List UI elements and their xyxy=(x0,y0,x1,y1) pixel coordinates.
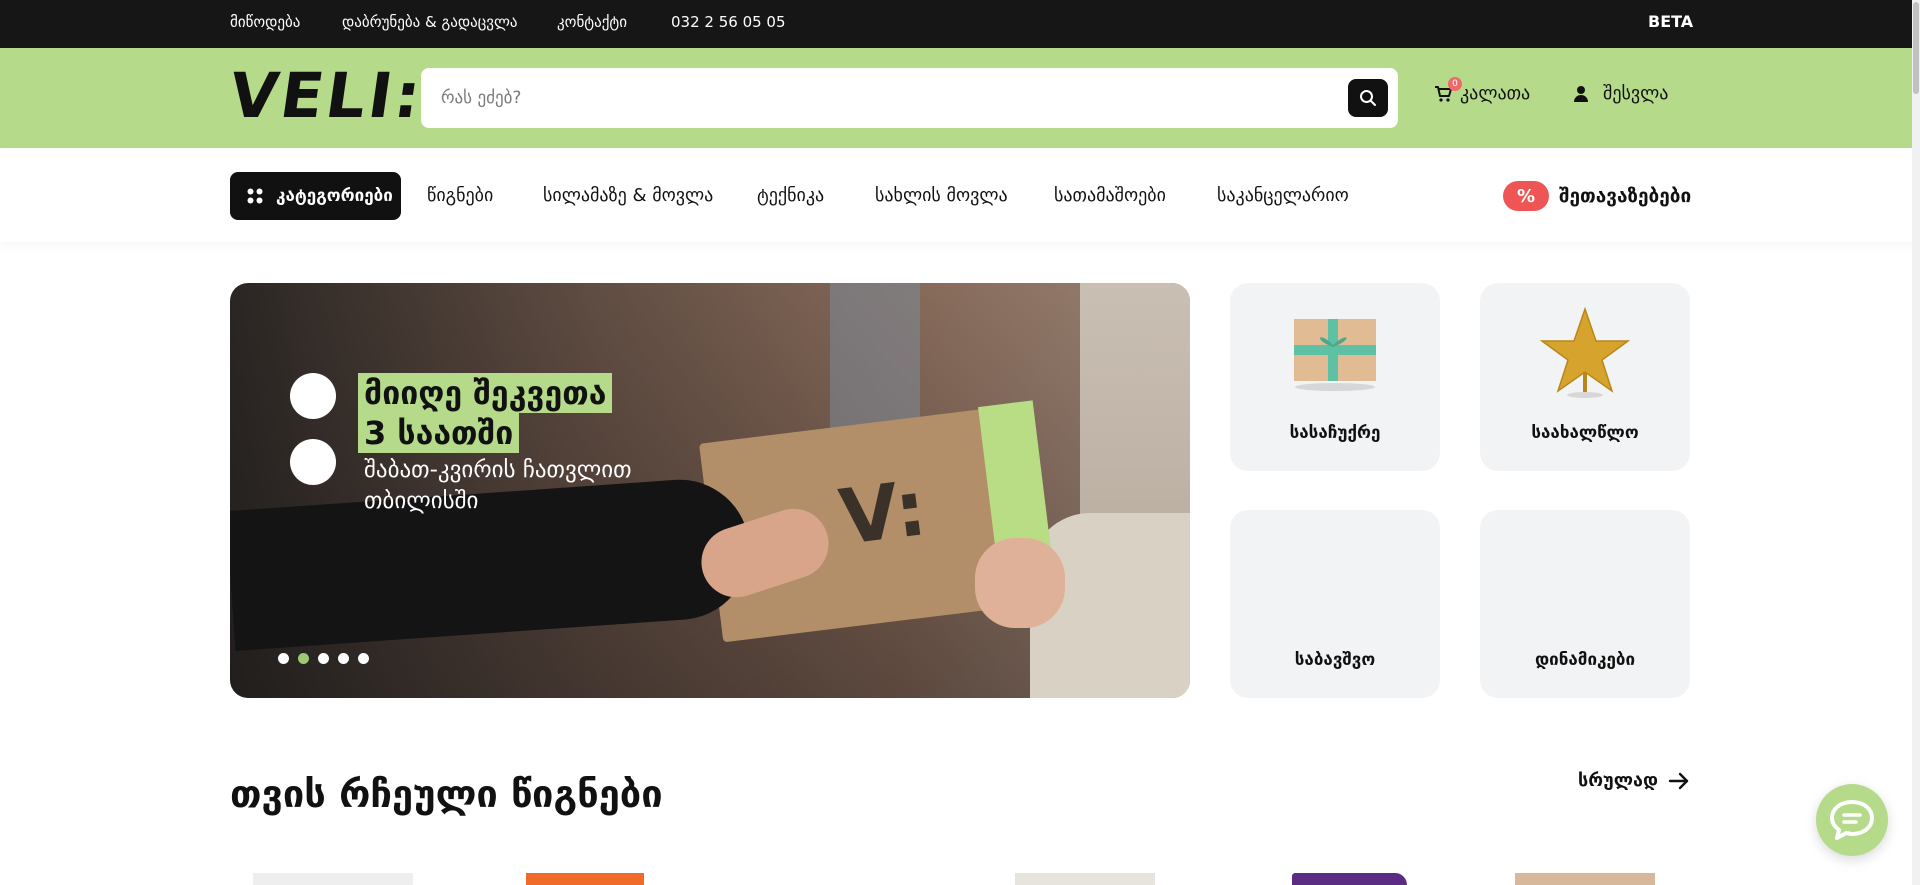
view-all-label: სრულად xyxy=(1578,770,1659,791)
beta-badge: BETA xyxy=(1648,12,1694,31)
login-label: შესვლა xyxy=(1603,83,1669,104)
hero-bullet-dot xyxy=(290,439,336,485)
slider-dot[interactable] xyxy=(358,653,369,664)
login-button[interactable]: შესვლა xyxy=(1573,83,1668,104)
arrow-right-icon xyxy=(1668,772,1689,789)
top-bar: მიწოდება დაბრუნება & გადაცვლა კონტაქტი 0… xyxy=(0,0,1920,48)
search-bar xyxy=(421,68,1398,128)
product-thumbnail[interactable] xyxy=(526,873,644,885)
nav-item-books[interactable]: წიგნები xyxy=(427,185,493,206)
link-contact[interactable]: კონტაქტი xyxy=(557,13,627,31)
product-thumbnail[interactable] xyxy=(1292,873,1407,885)
category-card-label: სასაჩუქრე xyxy=(1289,423,1381,443)
slider-pagination xyxy=(278,653,369,664)
nav-item-beauty[interactable]: სილამაზე & მოვლა xyxy=(543,185,713,206)
category-card-label: საახალწლო xyxy=(1531,423,1639,443)
section-title: თვის რჩეული წიგნები xyxy=(230,772,663,816)
category-card-kids[interactable]: საბავშვო xyxy=(1230,510,1440,698)
nav-item-home-care[interactable]: სახლის მოვლა xyxy=(875,185,1008,206)
categories-label: კატეგორიები xyxy=(276,186,393,206)
link-delivery[interactable]: მიწოდება xyxy=(230,13,300,31)
slider-dot[interactable] xyxy=(318,653,329,664)
search-button[interactable] xyxy=(1348,79,1388,117)
search-input[interactable] xyxy=(441,68,1341,128)
hero-hand xyxy=(975,538,1065,628)
grid-dots-icon xyxy=(247,188,263,204)
category-card-speakers[interactable]: დინამიკები xyxy=(1480,510,1690,698)
category-card-label: დინამიკები xyxy=(1534,650,1636,670)
slider-dot[interactable] xyxy=(278,653,289,664)
product-thumbnail[interactable] xyxy=(1015,873,1155,885)
slider-dot[interactable] xyxy=(338,653,349,664)
phone-number[interactable]: 032 2 56 05 05 xyxy=(671,13,786,31)
scrollbar-thumb[interactable] xyxy=(1913,2,1919,94)
page-scrollbar[interactable] xyxy=(1912,0,1920,885)
hero-package-logo: V: xyxy=(834,463,931,562)
hero-banner[interactable]: V: მიიღე შეკვეთა 3 საათში შაბათ-კვირის ჩ… xyxy=(230,283,1190,698)
hero-subtitle: შაბათ-კვირის ჩათვლით თბილისში xyxy=(364,457,632,514)
category-card-label: საბავშვო xyxy=(1294,650,1376,670)
main-header: VELI: 0 კალათა შესვლა xyxy=(0,48,1920,148)
hero-headline: მიიღე შეკვეთა xyxy=(358,373,613,413)
hero-headline: 3 საათში xyxy=(358,413,520,453)
categories-button[interactable]: კატეგორიები xyxy=(230,172,401,220)
search-icon xyxy=(1360,90,1376,106)
site-logo[interactable]: VELI: xyxy=(225,59,428,132)
user-icon xyxy=(1574,85,1588,102)
star-icon xyxy=(1540,306,1630,398)
cart-count-badge: 0 xyxy=(1448,77,1462,91)
hero-bullet-dot xyxy=(290,373,336,419)
promo-link[interactable]: % შეთავაზებები xyxy=(1503,181,1691,211)
view-all-link[interactable]: სრულად xyxy=(1578,770,1690,791)
nav-item-stationery[interactable]: საკანცელარიო xyxy=(1217,185,1349,206)
slider-dot-active[interactable] xyxy=(298,653,309,664)
chat-bubble-icon xyxy=(1830,800,1874,840)
cart-label: კალათა xyxy=(1460,83,1531,104)
promo-label: შეთავაზებები xyxy=(1559,185,1692,207)
category-card-new-year[interactable]: საახალწლო xyxy=(1480,283,1690,471)
product-thumbnail[interactable] xyxy=(253,873,413,885)
nav-item-toys[interactable]: სათამაშოები xyxy=(1054,185,1166,206)
category-card-gifts[interactable]: სასაჩუქრე xyxy=(1230,283,1440,471)
chat-button[interactable] xyxy=(1816,784,1888,856)
link-returns[interactable]: დაბრუნება & გადაცვლა xyxy=(342,13,518,31)
percent-icon: % xyxy=(1503,181,1549,211)
cart-button[interactable]: 0 კალათა xyxy=(1434,77,1531,104)
product-thumbnail[interactable] xyxy=(1515,873,1655,885)
nav-item-tech[interactable]: ტექნიკა xyxy=(757,185,824,206)
gift-box-icon xyxy=(1294,319,1376,391)
category-nav: კატეგორიები წიგნები სილამაზე & მოვლა ტექ… xyxy=(0,148,1920,242)
